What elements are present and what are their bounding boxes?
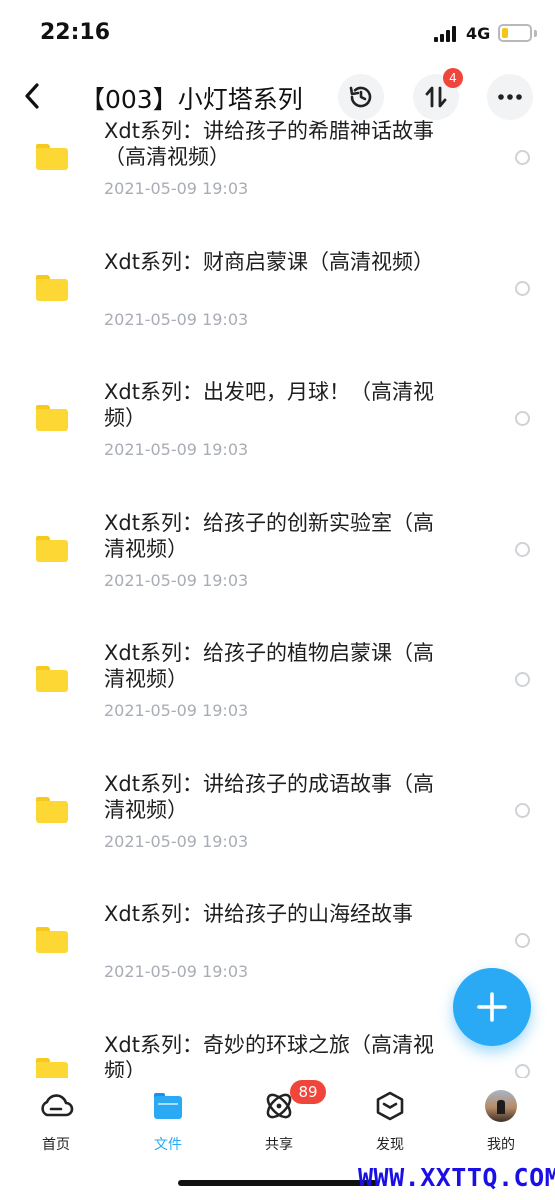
file-list-item[interactable]: Xdt系列：给孩子的创新实验室（高清视频） 2021-05-09 19:03: [0, 417, 555, 590]
add-button[interactable]: [453, 968, 531, 1046]
select-radio[interactable]: [515, 1063, 530, 1078]
file-list-item[interactable]: Xdt系列：财商启蒙课（高清视频） 2021-05-09 19:03: [0, 156, 555, 329]
status-time: 22:16: [40, 20, 111, 45]
back-button[interactable]: [16, 78, 48, 114]
network-type: 4G: [466, 24, 491, 43]
tab-profile[interactable]: 我的: [461, 1088, 541, 1158]
watermark-text: WWW.XXTTQ.COM: [358, 1163, 555, 1192]
tab-files-label: 文件: [154, 1137, 182, 1153]
history-button[interactable]: [338, 74, 384, 120]
file-list[interactable]: Xdt系列：讲给孩子的希腊神话故事（高清视频） 2021-05-09 19:03 X…: [0, 120, 555, 1078]
cloud-icon: [41, 1094, 74, 1117]
file-title: Xdt系列：奇妙的环球之旅（高清视频）: [104, 1032, 434, 1079]
file-list-item[interactable]: Xdt系列：出发吧，月球！（高清视频） 2021-05-09 19:03: [0, 286, 555, 459]
history-icon: [349, 86, 372, 108]
file-list-item[interactable]: Xdt系列：给孩子的植物启蒙课（高清视频） 2021-05-09 19:03: [0, 547, 555, 720]
page-title: 【003】小灯塔系列: [80, 85, 303, 114]
file-title: Xdt系列：讲给孩子的山海经故事: [104, 902, 413, 926]
tab-files[interactable]: 文件: [128, 1088, 208, 1158]
chevron-left-icon: [25, 83, 39, 109]
folder-icon: [36, 1057, 68, 1078]
tab-home[interactable]: 首页: [16, 1088, 96, 1158]
tab-discover[interactable]: 发现: [350, 1088, 430, 1158]
file-list-item[interactable]: Xdt系列：讲给孩子的山海经故事 2021-05-09 19:03: [0, 808, 555, 981]
share-badge: 89: [290, 1080, 326, 1104]
more-icon: [498, 94, 522, 100]
file-list-item[interactable]: Xdt系列：讲给孩子的希腊神话故事（高清视频） 2021-05-09 19:03: [0, 120, 555, 198]
transfer-icon: [425, 86, 447, 108]
status-bar: 22:16 4G: [0, 0, 555, 64]
cube-icon: [376, 1091, 404, 1121]
tab-home-label: 首页: [42, 1137, 70, 1153]
file-list-item[interactable]: Xdt系列：讲给孩子的成语故事（高清视频） 2021-05-09 19:03: [0, 678, 555, 851]
tab-profile-label: 我的: [487, 1137, 515, 1153]
signal-icon: [434, 26, 460, 42]
transfer-badge: 4: [443, 68, 463, 88]
avatar: [485, 1090, 517, 1122]
folder-icon: [154, 1093, 182, 1119]
more-button[interactable]: [487, 74, 533, 120]
tab-share-label: 共享: [265, 1137, 293, 1153]
home-indicator[interactable]: [178, 1180, 378, 1186]
plus-icon: [477, 992, 507, 1022]
file-title: Xdt系列：财商启蒙课（高清视频）: [104, 249, 434, 274]
tab-discover-label: 发现: [376, 1137, 404, 1153]
battery-icon: [498, 24, 532, 42]
